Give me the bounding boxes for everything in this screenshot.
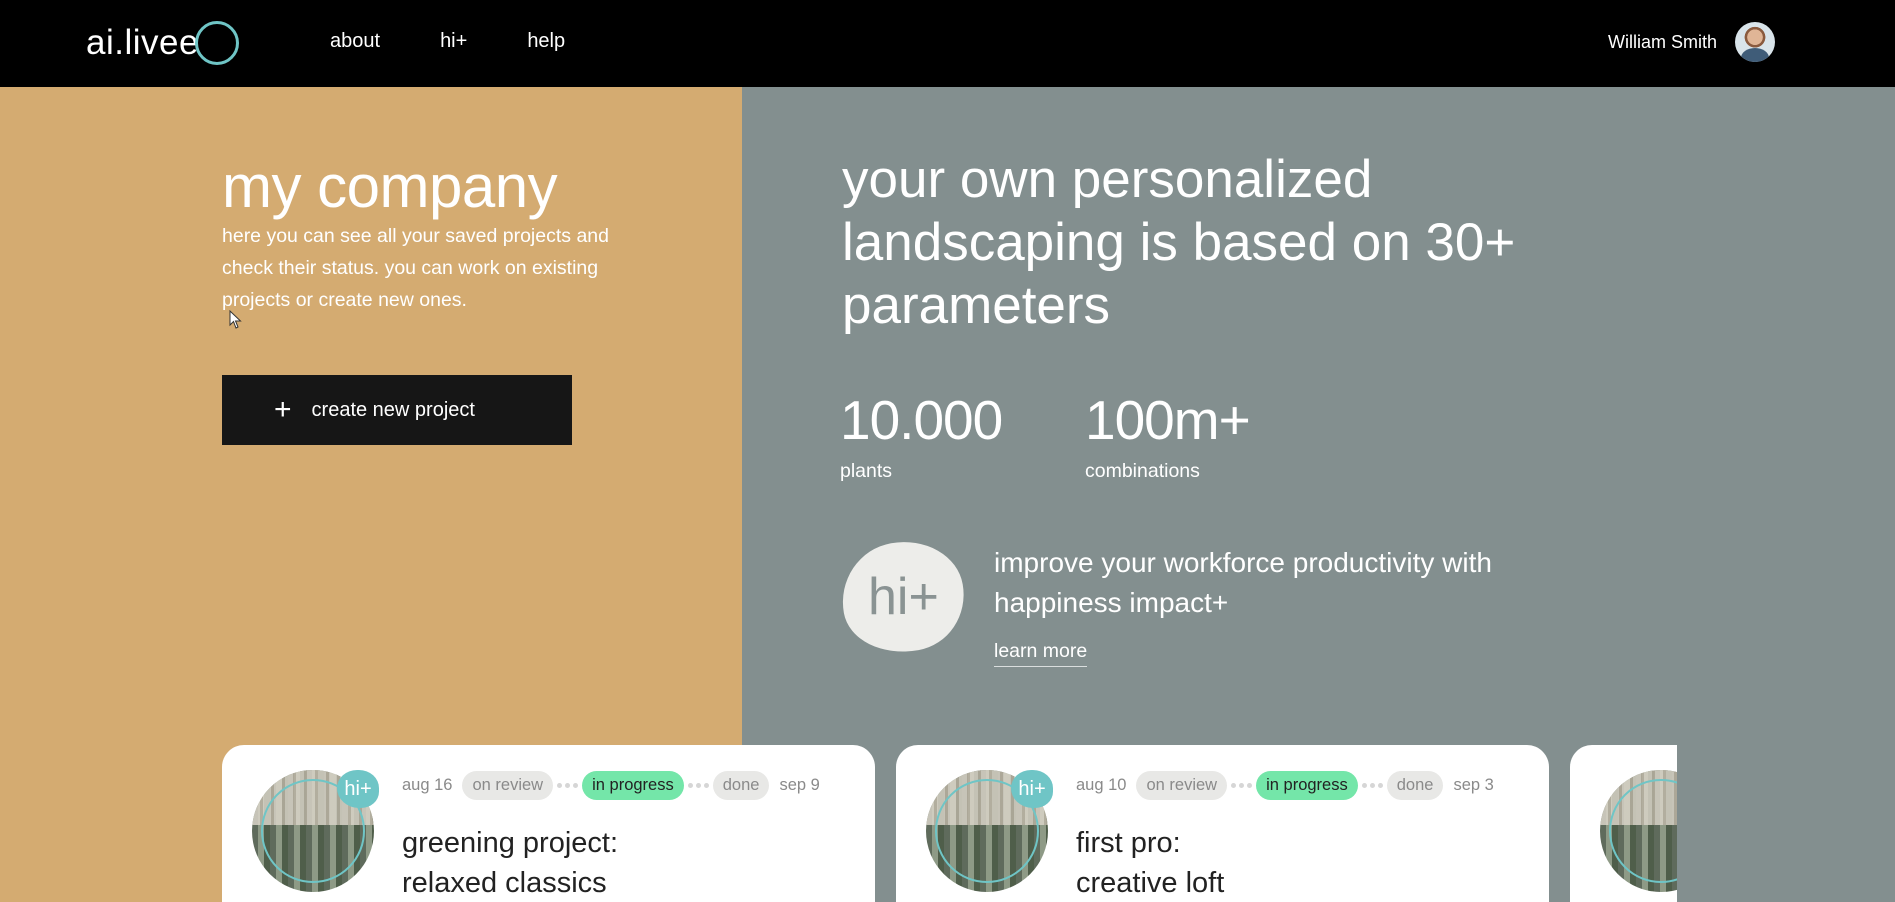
status-done: done [1386,771,1444,800]
project-title-line2: creative loft [1076,867,1225,899]
status-done: done [712,771,770,800]
stat-label: plants [840,460,893,482]
project-card[interactable]: hi+ aug 10 on review in progress done se… [896,745,1549,902]
nav-link-hi-plus[interactable]: hi+ [440,30,467,53]
project-card-partial[interactable] [1570,745,1677,902]
stat-plants: 10.000 plants [840,388,1003,483]
status-on-review: on review [462,771,554,800]
project-title-line1: greening project: [402,827,619,859]
user-name[interactable]: William Smith [1608,32,1717,53]
project-title: greening project: relaxed classics [402,823,618,902]
start-date: aug 10 [1076,776,1127,794]
stat-label: combinations [1085,460,1200,482]
plus-icon: + [274,393,292,426]
top-nav: ai.livee about hi+ help William Smith [0,0,1895,87]
project-card[interactable]: hi+ aug 16 on review in progress done se… [222,745,875,902]
page-title: my company [222,153,558,220]
stat-value: 10.000 [840,389,1003,451]
logo[interactable]: ai.livee [86,18,239,68]
status-in-progress: in progress [1256,771,1358,800]
project-title-line2: relaxed classics [402,867,607,899]
dots-separator [1361,783,1383,788]
promo-text: improve your workforce productivity with… [994,547,1492,618]
dots-separator [1231,783,1253,788]
nav-links: about hi+ help [330,30,565,53]
project-title-line1: first pro: [1076,827,1181,859]
nav-link-help[interactable]: help [527,30,565,53]
end-date: sep 3 [1453,776,1494,794]
end-date: sep 9 [779,776,820,794]
page-description: here you can see all your saved projects… [222,225,609,311]
logo-text: ai.livee [86,23,199,62]
avatar[interactable] [1735,22,1775,62]
status-timeline: aug 16 on review in progress done sep 9 [402,771,820,800]
create-project-button[interactable]: + create new project [222,375,572,445]
start-date: aug 16 [402,776,453,794]
dots-separator [687,783,709,788]
logo-ring-icon [194,21,239,65]
hi-plus-badge-text: hi+ [867,568,939,626]
dots-separator [557,783,579,788]
hi-plus-badge: hi+ [1011,770,1053,808]
status-timeline: aug 10 on review in progress done sep 3 [1076,771,1494,800]
stat-combinations: 100m+ combinations [1085,388,1251,483]
project-title: first pro: creative loft [1076,823,1224,902]
mouse-cursor-icon [229,310,242,329]
hero-tagline: your own personalized landscaping is bas… [842,150,1516,335]
learn-more-link[interactable]: learn more [994,640,1088,667]
stat-value: 100m+ [1085,389,1251,451]
hi-plus-badge: hi+ [337,770,379,808]
nav-link-about[interactable]: about [330,30,380,53]
create-project-label: create new project [311,398,475,421]
project-thumbnail [1600,770,1677,892]
project-cards: hi+ aug 16 on review in progress done se… [222,745,1677,902]
status-in-progress: in progress [582,771,684,800]
status-on-review: on review [1136,771,1228,800]
